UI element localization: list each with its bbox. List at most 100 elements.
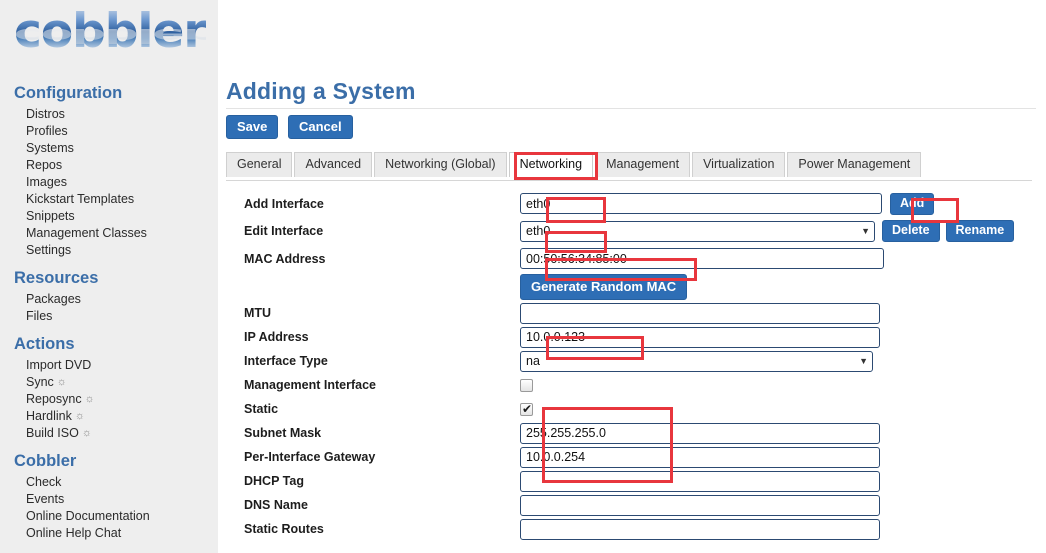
tab-bar: General Advanced Networking (Global) Net… (226, 150, 1046, 177)
sidebar-item-label: Import DVD (26, 358, 92, 372)
sidebar-item-label: Reposync (26, 392, 82, 406)
sidebar-item-check[interactable]: Check (0, 474, 218, 491)
per-interface-gateway-input[interactable] (520, 446, 880, 468)
subnet-mask-input[interactable] (520, 422, 880, 444)
row-mtu: MTU (218, 301, 1046, 325)
label-ip-address: IP Address (244, 330, 309, 344)
sidebar-item-import-dvd[interactable]: Import DVD (0, 357, 218, 374)
sidebar-section-resources: Resources Packages Files (0, 269, 218, 325)
sidebar-item-systems[interactable]: Systems (0, 140, 218, 157)
field-per-interface-gateway (520, 446, 880, 468)
tab-general[interactable]: General (226, 152, 293, 177)
sidebar-heading-cobbler: Cobbler (14, 452, 77, 470)
field-static-routes (520, 518, 880, 540)
sidebar-item-reposync[interactable]: Reposync ☼ (0, 391, 218, 408)
label-static: Static (244, 402, 279, 416)
row-interface-type: Interface Type na ▼ (218, 349, 1046, 373)
label-management-interface: Management Interface (244, 378, 376, 392)
chevron-down-icon: ▼ (861, 225, 870, 236)
sidebar-item-snippets[interactable]: Snippets (0, 208, 218, 225)
interface-type-select[interactable]: na ▼ (520, 350, 873, 372)
label-dns-name: DNS Name (244, 498, 308, 512)
tab-underline (226, 180, 1032, 181)
sidebar-item-hardlink[interactable]: Hardlink ☼ (0, 408, 218, 425)
field-management-interface (520, 378, 533, 392)
sidebar-item-sync[interactable]: Sync ☼ (0, 374, 218, 391)
sidebar-item-repos[interactable]: Repos (0, 157, 218, 174)
row-ip-address: IP Address (218, 325, 1046, 349)
ip-address-input[interactable] (520, 326, 880, 348)
label-mtu: MTU (244, 306, 272, 320)
sidebar-item-label: Build ISO (26, 426, 79, 440)
management-interface-checkbox[interactable] (520, 378, 533, 392)
field-interface-type: na ▼ (520, 350, 873, 372)
sidebar-item-build-iso[interactable]: Build ISO ☼ (0, 425, 218, 442)
field-edit-interface: eth0 ▼ Delete Rename (520, 220, 1015, 242)
add-interface-input[interactable] (520, 193, 882, 214)
row-generate-mac: Generate Random MAC (218, 272, 1046, 301)
tab-networking[interactable]: Networking (508, 152, 594, 177)
tab-management[interactable]: Management (595, 152, 691, 177)
label-mac-address: MAC Address (244, 251, 326, 266)
static-checkbox[interactable] (520, 402, 533, 416)
row-edit-interface: Edit Interface eth0 ▼ Delete Rename (218, 217, 1046, 245)
mac-address-input[interactable] (520, 248, 884, 269)
main-content: Adding a System Save Cancel General Adva… (218, 0, 1046, 553)
row-dhcp-tag: DHCP Tag (218, 469, 1046, 493)
row-per-interface-gateway: Per-Interface Gateway (218, 445, 1046, 469)
row-static-routes: Static Routes (218, 517, 1046, 541)
sidebar-heading-configuration: Configuration (14, 84, 123, 102)
sidebar-item-events[interactable]: Events (0, 491, 218, 508)
dhcp-tag-input[interactable] (520, 470, 880, 492)
label-per-interface-gateway: Per-Interface Gateway (244, 450, 376, 464)
sidebar-item-kickstart-templates[interactable]: Kickstart Templates (0, 191, 218, 208)
row-static: Static (218, 397, 1046, 421)
delete-interface-button[interactable]: Delete (882, 220, 940, 242)
interface-type-selected-value: na (526, 354, 540, 368)
gear-icon: ☼ (74, 410, 85, 422)
tab-networking-global[interactable]: Networking (Global) (374, 152, 507, 177)
mtu-input[interactable] (520, 302, 880, 324)
cancel-button[interactable]: Cancel (288, 115, 353, 139)
row-add-interface: Add Interface Add (218, 190, 1046, 217)
tab-virtualization[interactable]: Virtualization (692, 152, 786, 177)
field-dns-name (520, 494, 880, 516)
field-mtu (520, 302, 880, 324)
action-button-row: Save Cancel (218, 109, 1046, 139)
cobbler-logo[interactable]: cobbler cobbler (0, 0, 218, 74)
tab-advanced[interactable]: Advanced (294, 152, 373, 177)
field-mac-address (520, 248, 884, 269)
static-routes-input[interactable] (520, 518, 880, 540)
label-subnet-mask: Subnet Mask (244, 426, 322, 440)
sidebar-item-online-help-chat[interactable]: Online Help Chat (0, 525, 218, 542)
sidebar-item-settings[interactable]: Settings (0, 242, 218, 259)
label-add-interface: Add Interface (244, 196, 324, 211)
field-subnet-mask (520, 422, 880, 444)
sidebar-item-label: Sync (26, 375, 54, 389)
sidebar-section-cobbler: Cobbler Check Events Online Documentatio… (0, 452, 218, 542)
gear-icon: ☼ (56, 376, 67, 388)
label-dhcp-tag: DHCP Tag (244, 474, 304, 488)
sidebar-item-label: Hardlink (26, 409, 72, 423)
sidebar-item-images[interactable]: Images (0, 174, 218, 191)
label-interface-type: Interface Type (244, 354, 328, 368)
sidebar-item-online-documentation[interactable]: Online Documentation (0, 508, 218, 525)
sidebar-item-distros[interactable]: Distros (0, 106, 218, 123)
sidebar-item-management-classes[interactable]: Management Classes (0, 225, 218, 242)
field-ip-address (520, 326, 880, 348)
edit-interface-select[interactable]: eth0 ▼ (520, 220, 875, 242)
save-button[interactable]: Save (226, 115, 279, 139)
rename-interface-button[interactable]: Rename (945, 220, 1015, 242)
gear-icon: ☼ (81, 427, 92, 439)
add-interface-button[interactable]: Add (890, 192, 935, 215)
field-generate-mac: Generate Random MAC (520, 273, 688, 300)
sidebar-item-profiles[interactable]: Profiles (0, 123, 218, 140)
sidebar-section-actions: Actions Import DVD Sync ☼ Reposync ☼ Hardl… (0, 335, 218, 442)
row-management-interface: Management Interface (218, 373, 1046, 397)
sidebar-item-files[interactable]: Files (0, 308, 218, 325)
tab-power-management[interactable]: Power Management (787, 152, 922, 177)
generate-random-mac-button[interactable]: Generate Random MAC (520, 273, 688, 300)
sidebar-item-packages[interactable]: Packages (0, 291, 218, 308)
sidebar-heading-actions: Actions (14, 335, 75, 353)
dns-name-input[interactable] (520, 494, 880, 516)
